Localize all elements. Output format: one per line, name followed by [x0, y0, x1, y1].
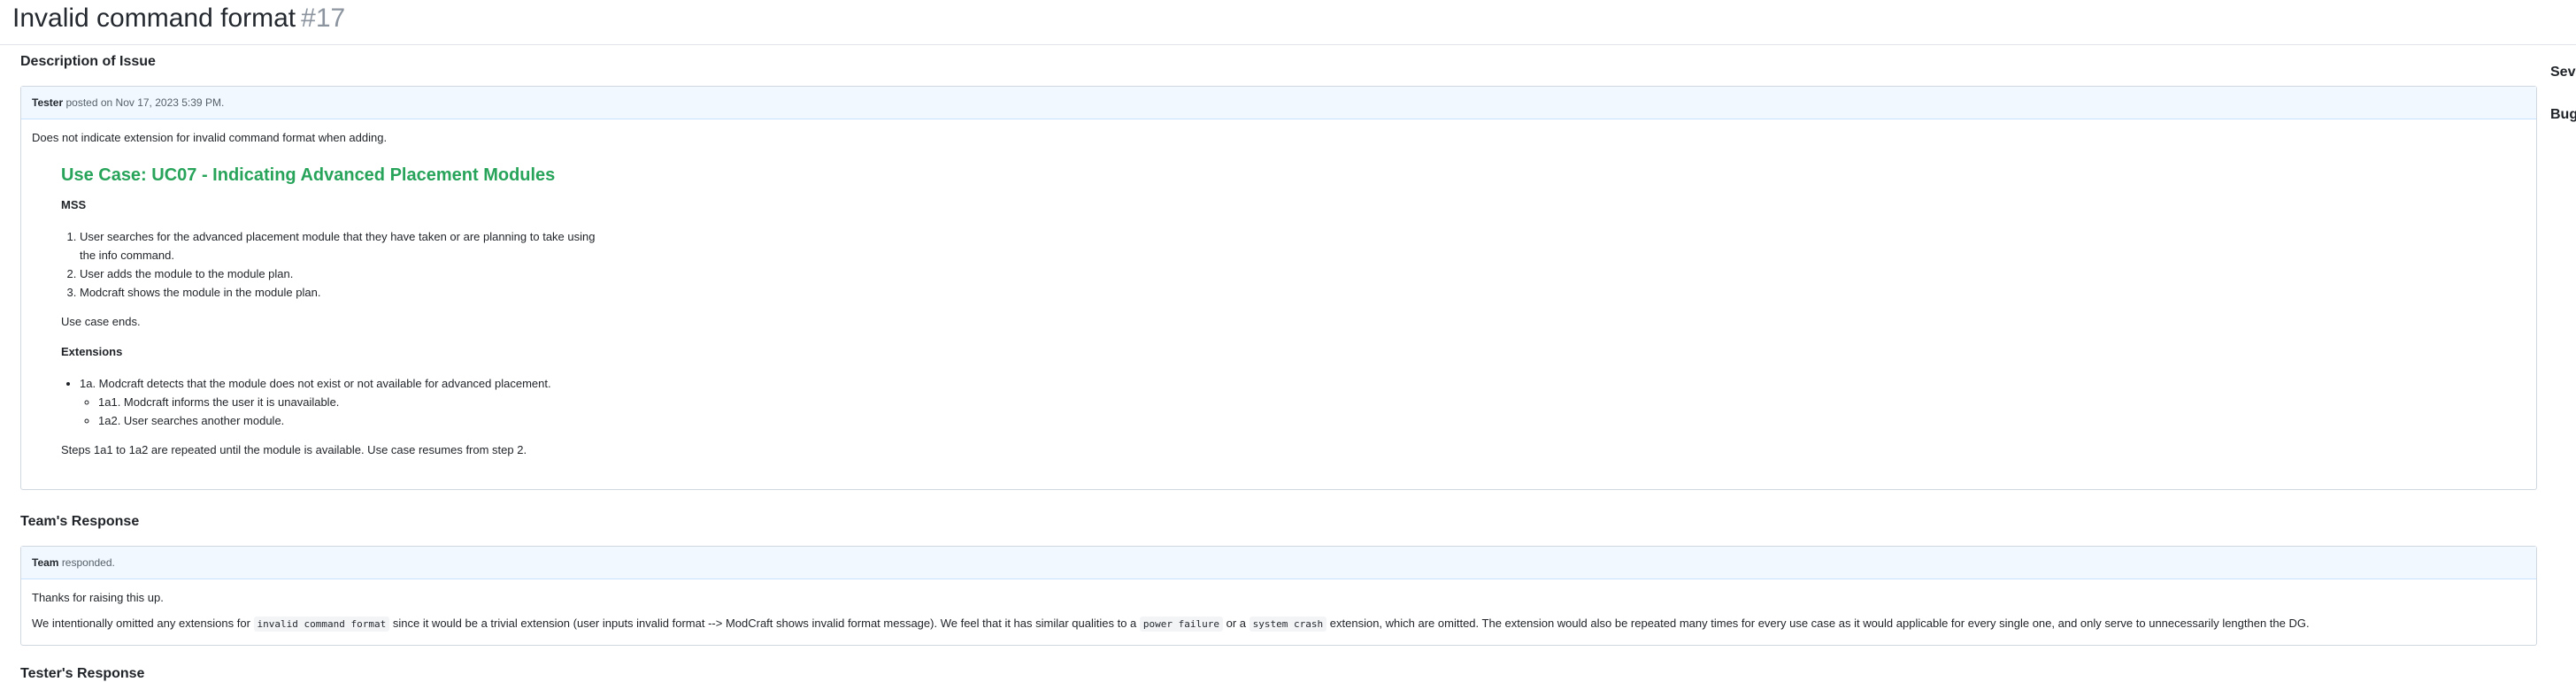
team-response-thanks: Thanks for raising this up.	[32, 591, 164, 604]
team-response-paragraph: We intentionally omitted any extensions …	[32, 616, 2526, 632]
team-response-text-1: We intentionally omitted any extensions …	[32, 617, 250, 630]
extensions-heading: Extensions	[61, 345, 123, 358]
extension-main-text: 1a. Modcraft detects that the module doe…	[80, 377, 551, 390]
extension-sub-item: 1a2. User searches another module.	[98, 411, 2526, 430]
mss-step: User searches for the advanced placement…	[80, 227, 611, 264]
issue-title: Invalid command format #17	[12, 4, 345, 34]
team-response-text-4: extension, which are omitted. The extens…	[1329, 617, 2310, 630]
team-response-body: Thanks for raising this up. We intention…	[21, 579, 2536, 655]
extensions-list: 1a. Modcraft detects that the module doe…	[61, 374, 2526, 430]
team-response-text-3: or a	[1226, 617, 1247, 630]
team-response-posted-text: responded.	[61, 556, 115, 569]
extensions-closing: Steps 1a1 to 1a2 are repeated until the …	[61, 443, 527, 456]
use-case-block: Use Case: UC07 - Indicating Advanced Pla…	[61, 165, 2526, 458]
mss-step: Modcraft shows the module in the module …	[80, 283, 2526, 302]
description-box: Tester posted on Nov 17, 2023 5:39 PM. D…	[20, 86, 2537, 490]
mss-steps-list: User searches for the advanced placement…	[61, 227, 2526, 302]
description-box-header: Tester posted on Nov 17, 2023 5:39 PM.	[21, 87, 2536, 119]
description-body: Does not indicate extension for invalid …	[21, 119, 2536, 480]
code-invalid-command-format: invalid command format	[253, 617, 390, 632]
type-label: Bug	[2550, 107, 2576, 122]
description-posted-text: posted on Nov 17, 2023 5:39 PM.	[65, 96, 225, 109]
team-response-heading: Team's Response	[20, 514, 140, 529]
extension-item: 1a. Modcraft detects that the module doe…	[80, 374, 2526, 430]
issue-number: #17	[301, 4, 346, 33]
mss-step: User adds the module to the module plan.	[80, 264, 2526, 283]
code-power-failure: power failure	[1139, 617, 1224, 632]
description-heading: Description of Issue	[20, 54, 156, 69]
team-response-text-2: since it would be a trivial extension (u…	[392, 617, 1137, 630]
issue-title-text: Invalid command format	[12, 4, 296, 33]
use-case-ends: Use case ends.	[61, 315, 141, 328]
team-response-header: Team responded.	[21, 547, 2536, 579]
team-response-author[interactable]: Team	[32, 556, 58, 569]
use-case-title: Use Case: UC07 - Indicating Advanced Pla…	[61, 165, 556, 185]
extension-sub-item: 1a1. Modcraft informs the user it is una…	[98, 393, 2526, 411]
description-intro: Does not indicate extension for invalid …	[32, 131, 388, 144]
severity-label: Seve	[2550, 65, 2576, 80]
extension-sub-list: 1a1. Modcraft informs the user it is una…	[80, 393, 2526, 430]
code-system-crash: system crash	[1249, 617, 1327, 632]
title-divider	[0, 44, 2576, 45]
mss-heading: MSS	[61, 198, 87, 211]
tester-response-heading: Tester's Response	[20, 666, 145, 681]
description-author[interactable]: Tester	[32, 96, 63, 109]
team-response-box: Team responded. Thanks for raising this …	[20, 546, 2537, 646]
